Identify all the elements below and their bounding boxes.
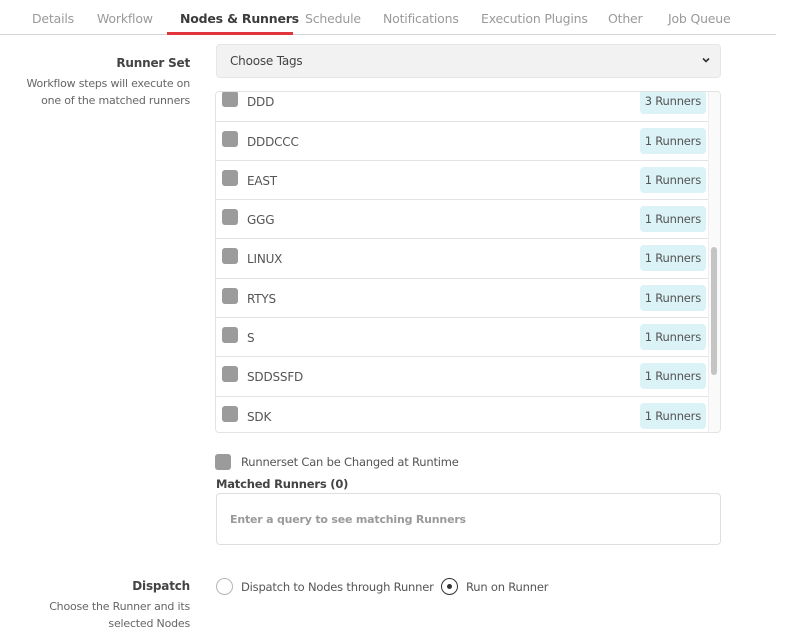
dispatch-nodes-radio[interactable] — [216, 578, 233, 595]
tag-row[interactable]: RTYS 1 Runners — [216, 279, 710, 319]
tab-nodes-runners[interactable]: Nodes & Runners — [180, 11, 299, 26]
dispatch-help-line1: Choose the Runner and its — [49, 600, 190, 613]
runner-set-title: Runner Set — [116, 56, 190, 70]
tab-schedule[interactable]: Schedule — [305, 11, 361, 26]
tag-checkbox[interactable] — [222, 327, 238, 344]
runner-count-badge: 1 Runners — [639, 245, 706, 272]
tag-row[interactable]: SDDSSFD 1 Runners — [216, 357, 710, 397]
choose-tags-select[interactable]: Choose Tags — [216, 44, 721, 78]
run-on-runner-label[interactable]: Run on Runner — [466, 580, 548, 594]
dispatch-title: Dispatch — [132, 579, 190, 593]
tab-notifications[interactable]: Notifications — [383, 11, 459, 26]
tag-checkbox[interactable] — [222, 92, 238, 108]
tab-bar: Details Workflow Nodes & Runners Schedul… — [0, 0, 776, 35]
tag-name: S — [247, 331, 255, 346]
tag-checkbox[interactable] — [222, 130, 238, 147]
tab-execution-plugins[interactable]: Execution Plugins — [481, 11, 588, 26]
tab-other[interactable]: Other — [608, 11, 643, 26]
tag-list: 1 RunnersDDD3 RunnersDDDCCC1 RunnersEAST… — [215, 91, 721, 433]
tag-row[interactable]: DDDCCC 1 Runners — [216, 122, 710, 161]
runner-count-badge: 1 Runners — [639, 363, 706, 390]
tag-row[interactable]: DDD 3 Runners — [216, 92, 710, 122]
tag-name: RTYS — [247, 291, 276, 306]
tag-name: LINUX — [247, 252, 283, 267]
runner-count-badge: 1 Runners — [639, 324, 706, 351]
tag-name: SDK — [247, 409, 272, 424]
tab-job-queue[interactable]: Job Queue — [668, 11, 731, 26]
dispatch-nodes-label[interactable]: Dispatch to Nodes through Runner — [241, 580, 434, 594]
tag-checkbox[interactable] — [222, 287, 238, 304]
matched-runners-placeholder: Enter a query to see matching Runners — [230, 513, 466, 526]
tag-checkbox[interactable] — [222, 248, 238, 265]
run-on-runner-radio[interactable] — [441, 578, 458, 595]
tag-row[interactable]: SDK 1 Runners — [216, 397, 710, 432]
chevron-down-icon — [702, 57, 710, 63]
runtime-change-checkbox[interactable] — [215, 454, 231, 470]
matched-runners-title: Matched Runners (0) — [216, 477, 349, 491]
tab-details[interactable]: Details — [32, 11, 74, 26]
runner-count-badge: 1 Runners — [639, 166, 706, 193]
tag-list-content: 1 RunnersDDD3 RunnersDDDCCC1 RunnersEAST… — [216, 92, 710, 432]
runner-count-badge: 1 Runners — [639, 206, 706, 233]
tag-checkbox[interactable] — [222, 169, 238, 186]
dispatch-help-line2: selected Nodes — [108, 617, 190, 630]
runtime-change-label: Runnerset Can be Changed at Runtime — [241, 455, 459, 469]
tag-checkbox[interactable] — [222, 405, 238, 422]
tag-row[interactable]: S 1 Runners — [216, 318, 710, 358]
runner-set-help-line2: one of the matched runners — [41, 94, 190, 107]
tag-checkbox[interactable] — [222, 366, 238, 383]
runner-count-badge: 3 Runners — [639, 92, 706, 115]
runner-count-badge: 1 Runners — [639, 284, 706, 311]
runner-set-help-line1: Workflow steps will execute on — [26, 77, 190, 90]
tag-name: GGG — [247, 213, 275, 228]
active-tab-indicator — [167, 32, 293, 35]
tag-row[interactable]: LINUX 1 Runners — [216, 239, 710, 279]
choose-tags-value: Choose Tags — [230, 54, 303, 68]
tag-name: EAST — [247, 173, 277, 188]
scrollbar-thumb[interactable] — [711, 247, 717, 375]
tag-list-scrollbar[interactable] — [708, 92, 720, 432]
tag-name: SDDSSFD — [247, 370, 304, 385]
tag-checkbox[interactable] — [222, 209, 238, 226]
matched-runners-box: Enter a query to see matching Runners — [216, 493, 721, 545]
tag-name: DDDCCC — [247, 134, 299, 149]
tag-name: DDD — [247, 95, 275, 110]
runner-count-badge: 1 Runners — [639, 127, 706, 154]
tag-row[interactable]: GGG 1 Runners — [216, 200, 710, 240]
tab-workflow[interactable]: Workflow — [97, 11, 153, 26]
tag-row[interactable]: EAST 1 Runners — [216, 161, 710, 201]
runner-count-badge: 1 Runners — [639, 402, 706, 429]
